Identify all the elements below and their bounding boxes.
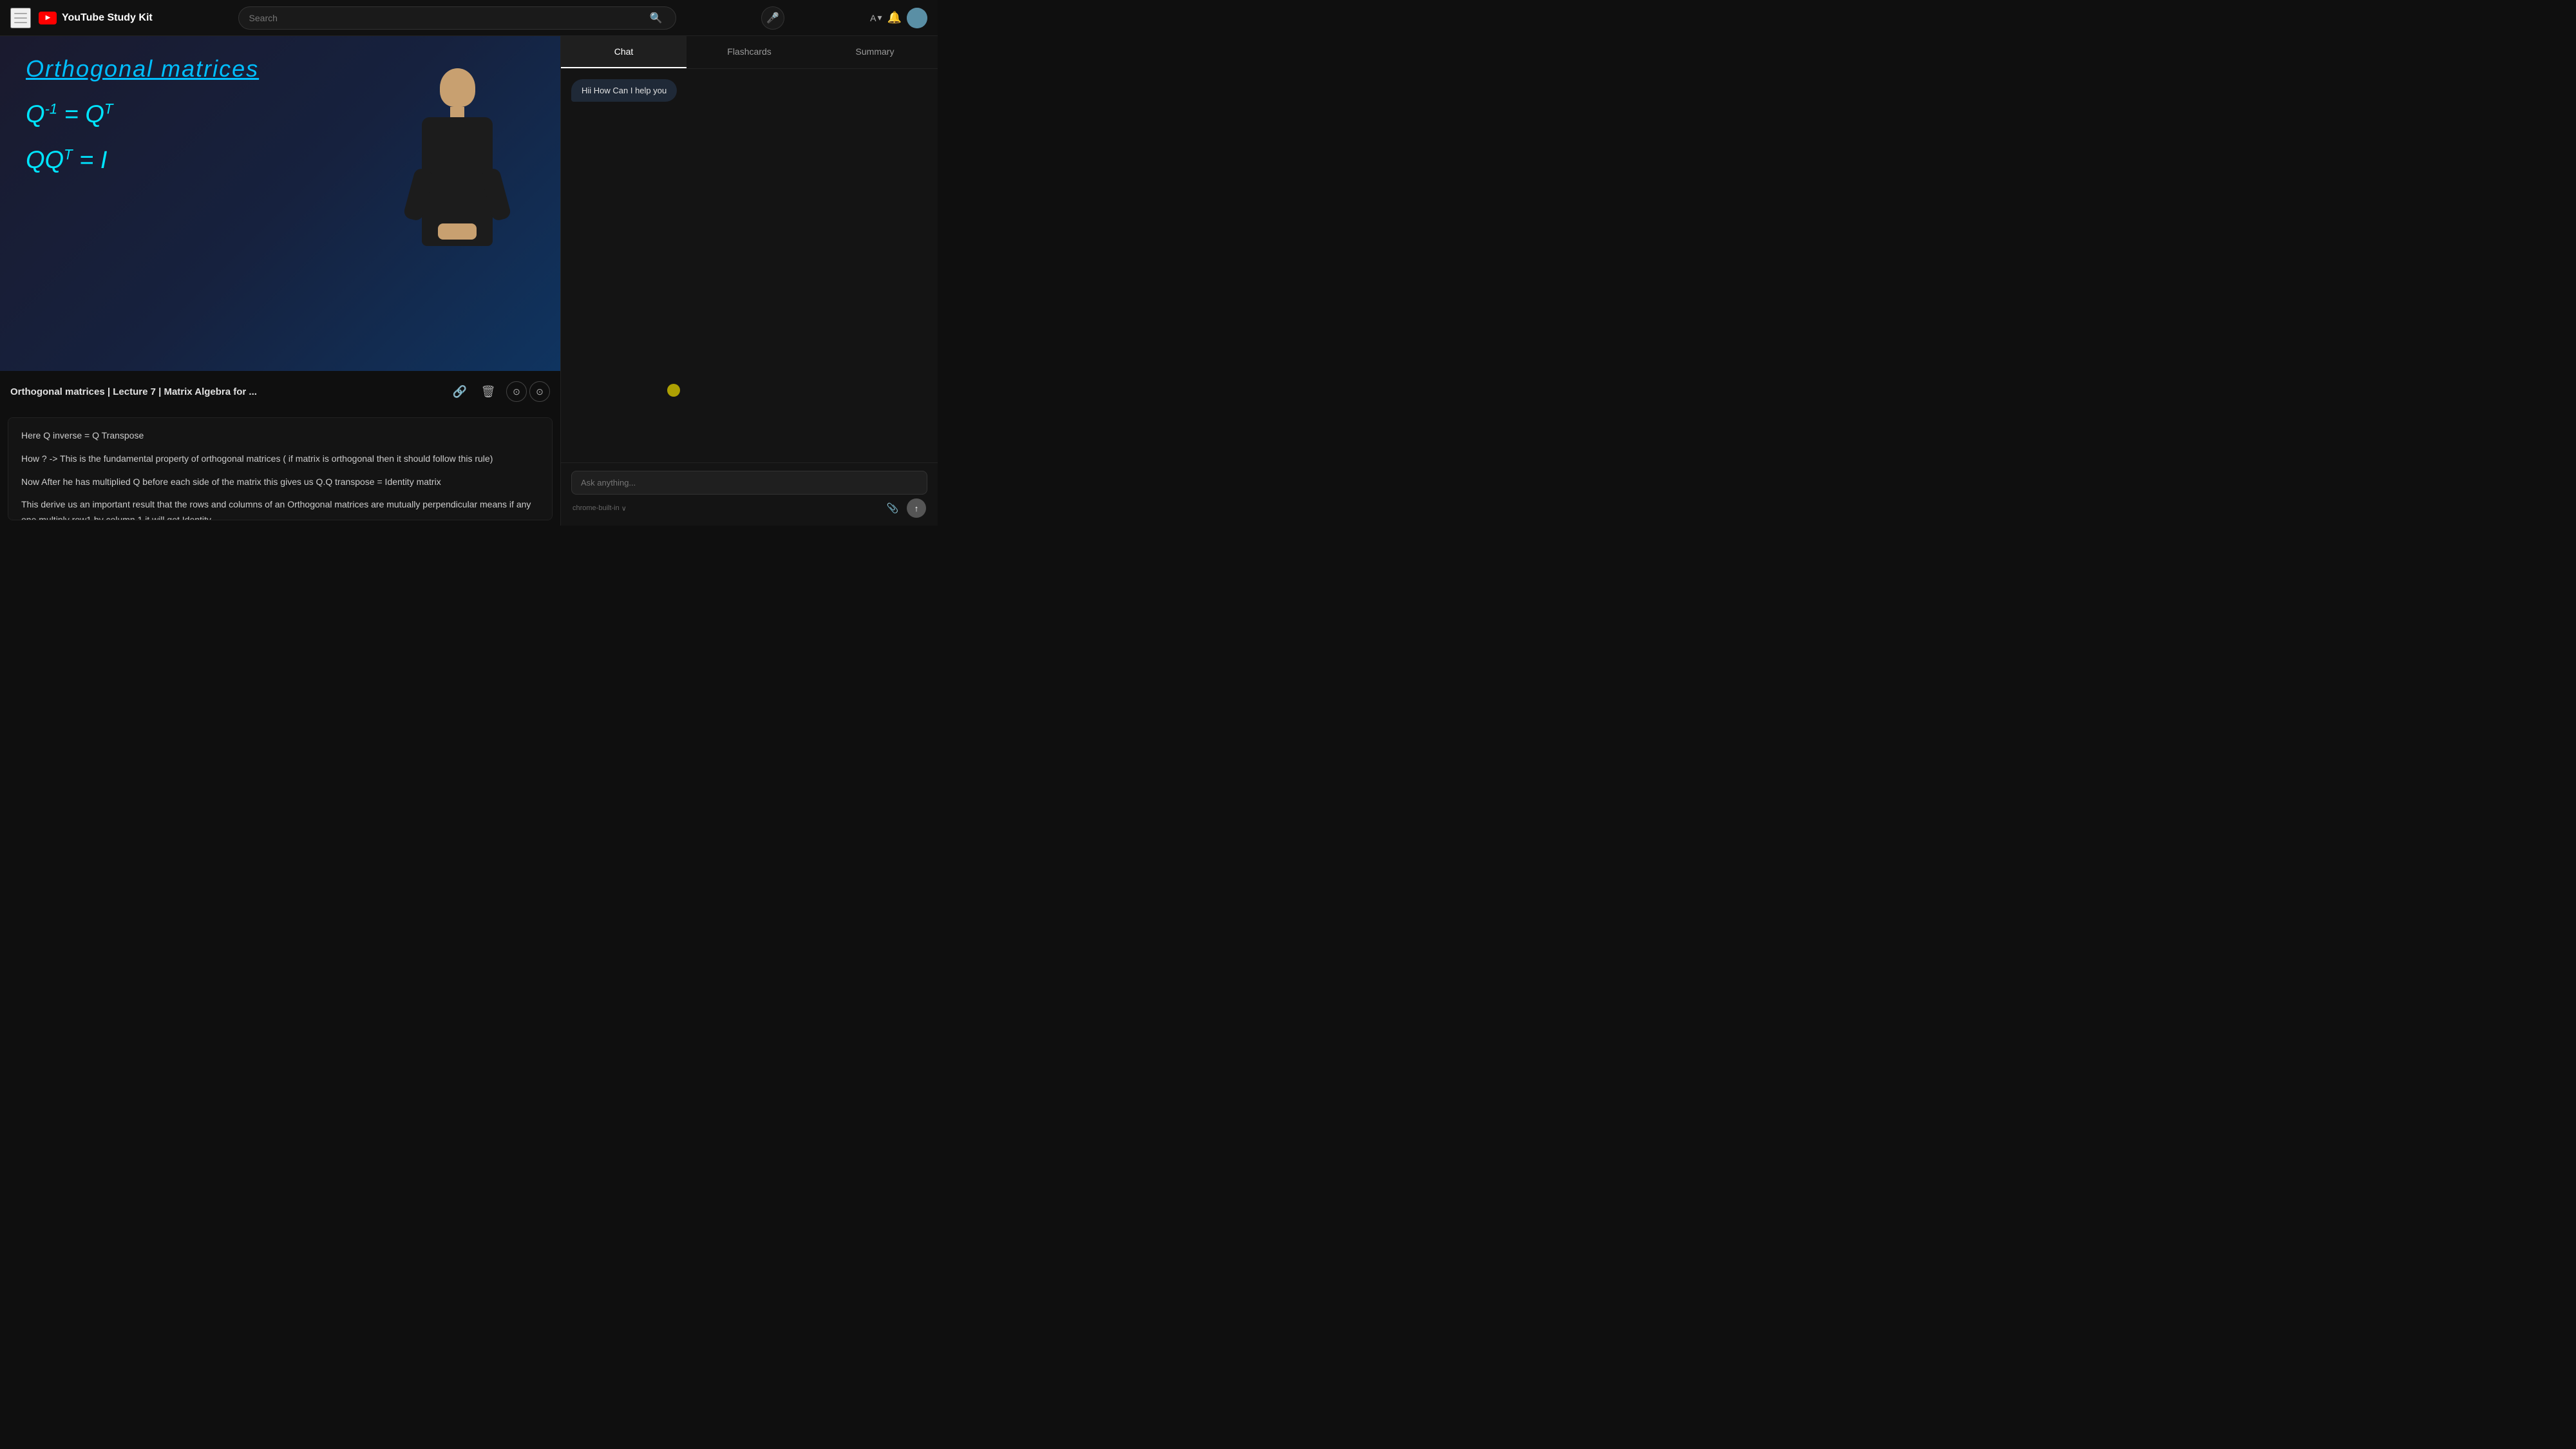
translate-icon: A (870, 13, 876, 23)
note-line-4: This derive us an important result that … (21, 497, 539, 520)
cursor-indicator (667, 384, 680, 397)
presenter-figure (380, 68, 535, 287)
notifications-button[interactable]: 🔔 (887, 11, 902, 24)
chevron-down-icon: ∨ (621, 504, 627, 513)
microphone-button[interactable]: 🎤 (761, 6, 784, 30)
video-section: Orthogonal matrices Q-1 = QT QQT = I (0, 36, 560, 526)
chrome-label-text: chrome-built-in (573, 504, 620, 512)
chat-input-area: chrome-built-in ∨ 📎 ↑ (561, 462, 938, 526)
input-icons: 📎 ↑ (884, 498, 926, 518)
math-line-2: QQT = I (26, 141, 380, 180)
brand-name: YouTube Study Kit (62, 12, 153, 24)
delete-button[interactable]: 🗑 (478, 381, 498, 402)
tab-flashcards[interactable]: Flashcards (687, 36, 812, 68)
hamburger-menu-button[interactable] (10, 8, 31, 28)
nav-actions: A ▾ 🔔 (870, 8, 927, 28)
note-line-1: Here Q inverse = Q Transpose (21, 428, 539, 444)
avatar-image (907, 8, 927, 28)
chat-bubble: Hii How Can I help you (571, 79, 677, 102)
video-content: Orthogonal matrices Q-1 = QT QQT = I (0, 36, 560, 371)
next-arrow-button[interactable]: ⊙ (529, 381, 550, 402)
nav-arrows: ⊙ ⊙ (506, 381, 550, 402)
notes-text: Here Q inverse = Q Transpose How ? -> Th… (21, 428, 539, 520)
chat-text-input[interactable] (581, 478, 918, 488)
right-panel: Chat Flashcards Summary Hii How Can I he… (560, 36, 938, 526)
avatar[interactable] (907, 8, 927, 28)
chat-content: Hii How Can I help you (561, 69, 938, 462)
math-title: Orthogonal matrices (26, 55, 380, 82)
chat-input-wrapper (571, 471, 927, 495)
brand-logo: YouTube Study Kit (39, 12, 153, 24)
prev-arrow-button[interactable]: ⊙ (506, 381, 527, 402)
main-layout: Orthogonal matrices Q-1 = QT QQT = I (0, 36, 938, 526)
video-bottom-bar: Orthogonal matrices | Lecture 7 | Matrix… (0, 371, 560, 412)
video-title: Orthogonal matrices | Lecture 7 | Matrix… (10, 386, 442, 397)
video-title-bar: Orthogonal matrices | Lecture 7 | Matrix… (10, 376, 550, 407)
notes-section: Here Q inverse = Q Transpose How ? -> Th… (8, 417, 553, 520)
input-bottom-bar: chrome-built-in ∨ 📎 ↑ (571, 498, 927, 518)
youtube-logo-icon (39, 12, 57, 24)
search-button[interactable]: 🔍 (647, 9, 665, 27)
math-formula: Q-1 = QT QQT = I (26, 95, 380, 180)
search-bar: 🔍 (238, 6, 676, 30)
link-button[interactable]: 🔗 (450, 381, 470, 402)
note-line-3: Now After he has multiplied Q before eac… (21, 475, 539, 490)
send-button[interactable]: ↑ (907, 498, 926, 518)
translate-button[interactable]: A ▾ (870, 12, 882, 23)
math-board: Orthogonal matrices Q-1 = QT QQT = I (26, 55, 380, 180)
math-line-1: Q-1 = QT (26, 95, 380, 135)
video-player[interactable]: Orthogonal matrices Q-1 = QT QQT = I (0, 36, 560, 371)
video-actions: 🔗 🗑 ⊙ ⊙ (450, 381, 550, 402)
search-input[interactable] (249, 13, 647, 23)
note-line-2: How ? -> This is the fundamental propert… (21, 451, 539, 467)
tab-chat[interactable]: Chat (561, 36, 687, 68)
panel-tabs: Chat Flashcards Summary (561, 36, 938, 69)
top-navigation: YouTube Study Kit 🔍 🎤 A ▾ 🔔 (0, 0, 938, 36)
attach-button[interactable]: 📎 (884, 499, 902, 517)
tab-summary[interactable]: Summary (812, 36, 938, 68)
chrome-built-in-label[interactable]: chrome-built-in ∨ (573, 504, 627, 513)
